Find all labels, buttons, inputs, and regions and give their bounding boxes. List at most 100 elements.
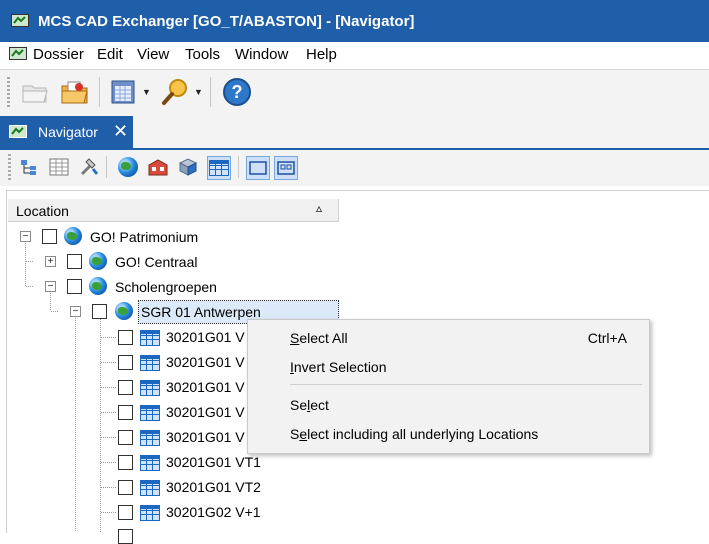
globe-icon [115, 302, 133, 320]
menu-item-select-all[interactable]: Select All Ctrl+A [248, 325, 649, 351]
menu-item-label: Select including all underlying Location… [290, 426, 539, 442]
group-icon[interactable] [274, 156, 298, 180]
location-column-label: Location [16, 203, 69, 219]
globe-icon [89, 277, 107, 295]
tree-node-label[interactable]: Scholengroepen [115, 279, 217, 295]
collapse-icon[interactable]: − [70, 306, 81, 317]
close-icon[interactable]: ✕ [113, 121, 128, 142]
grid-icon [140, 380, 160, 396]
navigator-toolbar-grip[interactable] [8, 154, 11, 180]
tree-node-label[interactable]: GO! Centraal [115, 254, 197, 270]
tree-node-label[interactable]: 30201G01 V [166, 379, 245, 395]
menu-item-label: Select All [290, 330, 348, 346]
svg-text:?: ? [232, 82, 243, 102]
menu-help[interactable]: Help [306, 46, 337, 63]
main-toolbar [0, 69, 709, 117]
open-folder-icon[interactable] [20, 77, 50, 107]
tree-line [101, 337, 117, 338]
menu-view[interactable]: View [137, 46, 169, 63]
tab-label: Navigator [38, 124, 98, 140]
layout-dropdown-arrow[interactable]: ▼ [142, 87, 151, 97]
tree-checkbox[interactable] [118, 505, 133, 520]
toolbar-grip[interactable] [7, 77, 10, 107]
rectangle-icon[interactable] [246, 156, 270, 180]
grid-icon[interactable] [207, 156, 231, 180]
menu-dossier[interactable]: Dossier [33, 46, 84, 63]
tree-line [101, 487, 117, 488]
tree-node-label[interactable]: 30201G02 V+1 [166, 504, 261, 520]
tree-node-label[interactable]: 30201G01 V [166, 429, 245, 445]
expand-icon[interactable]: + [45, 256, 56, 267]
menu-item-label: Invert Selection [290, 359, 387, 375]
tree-node-label[interactable]: 30201G01 V [166, 404, 245, 420]
menu-window[interactable]: Window [235, 46, 288, 63]
menu-tools[interactable]: Tools [185, 46, 220, 63]
grid-icon [140, 355, 160, 371]
tree-line [101, 362, 117, 363]
tree-line [100, 317, 101, 532]
tree-line [25, 241, 26, 286]
tree-line [51, 311, 59, 312]
grid-icon [140, 330, 160, 346]
toolbar-separator [99, 77, 100, 107]
menu-separator [290, 384, 642, 385]
globe-icon [64, 227, 82, 245]
building-icon[interactable] [147, 156, 169, 178]
floor-icon[interactable] [177, 156, 199, 178]
tree-node-label[interactable]: 30201G01 VT1 [166, 454, 261, 470]
navigator-separator [106, 156, 107, 178]
navigator-separator [238, 156, 239, 178]
tree-line [101, 412, 117, 413]
tree-checkbox[interactable] [118, 405, 133, 420]
tree-line [50, 291, 51, 311]
grid-icon [140, 405, 160, 421]
search-dropdown-arrow[interactable]: ▼ [194, 87, 203, 97]
tree-checkbox[interactable] [118, 330, 133, 345]
collapse-icon[interactable]: − [20, 231, 31, 242]
tab-navigator[interactable]: Navigator ✕ [0, 116, 133, 148]
app-icon [11, 13, 29, 29]
table-view-icon[interactable] [48, 156, 70, 178]
grid-icon [140, 505, 160, 521]
tree-checkbox[interactable] [42, 229, 57, 244]
menu-item-label: Select [290, 397, 329, 413]
tree-line [101, 387, 117, 388]
tree-line [101, 512, 117, 513]
grid-icon [140, 480, 160, 496]
toolbar-separator [210, 77, 211, 107]
collapse-icon[interactable]: − [45, 281, 56, 292]
tree-checkbox[interactable] [118, 480, 133, 495]
tree-checkbox[interactable] [92, 304, 107, 319]
layout-icon[interactable] [108, 77, 138, 107]
tree-node-label[interactable]: SGR 01 Antwerpen [141, 304, 261, 320]
tree-checkbox[interactable] [118, 430, 133, 445]
tree-line [26, 286, 34, 287]
search-icon[interactable] [160, 77, 190, 107]
sort-icon[interactable]: ▵ [316, 201, 322, 215]
tree-checkbox[interactable] [118, 455, 133, 470]
tree-node-label[interactable]: 30201G01 V [166, 354, 245, 370]
tree-checkbox[interactable] [67, 254, 82, 269]
globe-icon [89, 252, 107, 270]
shortcut-label: Ctrl+A [587, 330, 627, 346]
dossier-icon[interactable] [60, 77, 90, 107]
tree-view-icon[interactable] [18, 156, 40, 178]
tree-node-label[interactable]: 30201G01 V [166, 329, 245, 345]
tree-checkbox[interactable] [118, 529, 133, 544]
menu-item-invert-selection[interactable]: Invert Selection [248, 354, 649, 380]
menu-item-select[interactable]: Select [248, 392, 649, 418]
tree-checkbox[interactable] [118, 380, 133, 395]
grid-icon [140, 455, 160, 471]
tree-line [101, 462, 117, 463]
navigator-icon [9, 124, 27, 140]
document-icon[interactable] [9, 46, 27, 62]
menu-item-select-underlying[interactable]: Select including all underlying Location… [248, 421, 649, 447]
tools-icon[interactable] [78, 156, 100, 178]
tree-checkbox[interactable] [67, 279, 82, 294]
menu-edit[interactable]: Edit [97, 46, 123, 63]
tree-node-label[interactable]: 30201G01 VT2 [166, 479, 261, 495]
globe-icon[interactable] [117, 156, 139, 178]
tree-checkbox[interactable] [118, 355, 133, 370]
help-icon[interactable]: ? [222, 77, 252, 107]
tree-node-label[interactable]: GO! Patrimonium [90, 229, 198, 245]
